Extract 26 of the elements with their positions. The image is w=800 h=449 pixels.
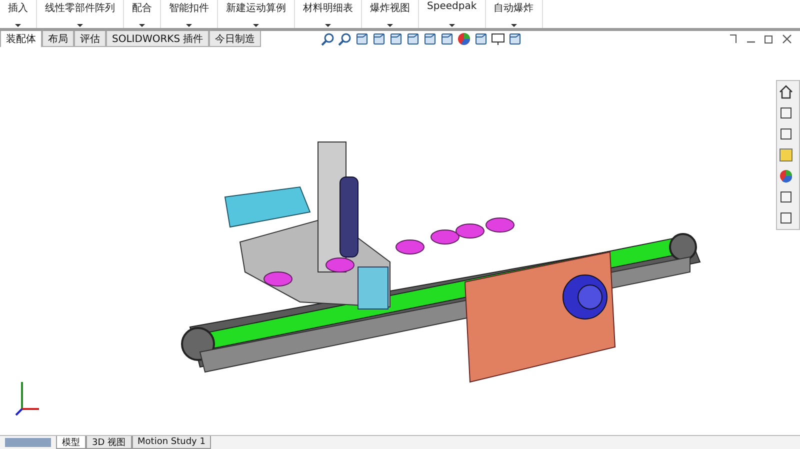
caret-icon bbox=[325, 24, 331, 27]
maximize-icon[interactable] bbox=[764, 34, 774, 44]
appearance-icon[interactable] bbox=[457, 32, 472, 46]
color-wheel-icon[interactable] bbox=[778, 168, 794, 184]
ribbon-tab[interactable]: SOLIDWORKS 插件 bbox=[106, 31, 210, 47]
view-tab[interactable]: Motion Study 1 bbox=[132, 436, 212, 449]
caret-icon bbox=[15, 24, 21, 27]
caret-icon bbox=[186, 24, 192, 27]
ribbon-tab[interactable]: 今日制造 bbox=[209, 31, 262, 47]
monitor-icon[interactable] bbox=[491, 32, 506, 46]
caret-icon bbox=[253, 24, 259, 27]
caret-icon bbox=[139, 24, 145, 27]
view-tab[interactable]: 3D 视图 bbox=[86, 436, 132, 449]
caret-icon bbox=[77, 24, 83, 27]
restore-icon[interactable] bbox=[728, 34, 738, 44]
close-icon[interactable] bbox=[782, 34, 792, 44]
zoom-fit-icon[interactable] bbox=[321, 32, 336, 46]
view-tab[interactable]: 模型 bbox=[56, 436, 86, 449]
ribbon-tab[interactable]: 布局 bbox=[42, 31, 74, 47]
zoom-icon[interactable] bbox=[338, 32, 352, 46]
caret-icon bbox=[510, 24, 517, 27]
caret-icon bbox=[387, 24, 393, 27]
home-icon[interactable] bbox=[778, 84, 794, 100]
ribbon-tab[interactable]: 评估 bbox=[74, 31, 106, 47]
ribbon-tab[interactable]: 装配体 bbox=[0, 31, 42, 47]
caret-icon bbox=[448, 24, 455, 27]
